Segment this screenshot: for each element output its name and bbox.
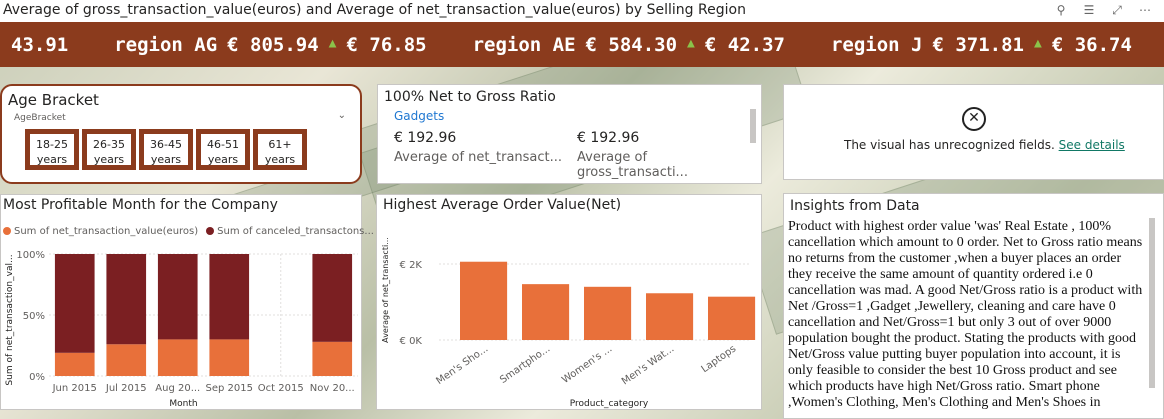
- bar-canceled: [106, 254, 147, 345]
- scrollbar[interactable]: [750, 109, 756, 143]
- x-tick-label: Sep 2015: [206, 383, 253, 394]
- ticker-item: region AG € 805.94 ▲ € 76.85: [114, 34, 426, 56]
- month-chart-panel: Most Profitable Month for the Company Su…: [0, 194, 374, 410]
- y-tick-label: 0%: [29, 372, 45, 383]
- ticker-net: € 36.74: [1051, 34, 1132, 56]
- age-bracket-slicer: Age Bracket AgeBracket ⌄ 18-25 years 26-…: [0, 84, 362, 184]
- bar-net: [54, 352, 95, 376]
- bar: [584, 286, 632, 340]
- bar-canceled: [157, 254, 198, 340]
- insights-title: Insights from Data: [790, 198, 920, 214]
- ticker-gross: € 805.94: [227, 34, 319, 56]
- bar-canceled: [209, 254, 250, 340]
- x-tick-label: Oct 2015: [258, 383, 304, 394]
- up-arrow-icon: ▲: [687, 36, 695, 51]
- ticker-net: € 42.37: [704, 34, 785, 56]
- x-tick-label: Nov 20...: [310, 383, 355, 394]
- ticker-gross: € 371.81: [932, 34, 1024, 56]
- x-axis-title: Month: [169, 399, 197, 409]
- error-message: The visual has unrecognized fields. See …: [844, 138, 1125, 152]
- card-title: 100% Net to Gross Ratio: [384, 89, 556, 105]
- gross-value: € 192.96: [577, 130, 640, 146]
- insights-panel: Insights from Data Product with highest …: [783, 193, 1164, 419]
- error-text: The visual has unrecognized fields.: [844, 138, 1055, 152]
- focus-mode-icon[interactable]: ⤢: [1110, 3, 1124, 17]
- scrollbar[interactable]: [1149, 218, 1155, 388]
- y-tick-label: € 2K: [400, 260, 423, 271]
- ticker-item: 43.91: [11, 34, 68, 56]
- ticker-track: 43.91 region AG € 805.94 ▲ € 76.85 regio…: [11, 34, 1164, 56]
- age-option-26-35[interactable]: 26-35 years: [82, 129, 136, 170]
- ticker-value: 43.91: [11, 34, 69, 56]
- category-tab[interactable]: Gadgets: [394, 109, 444, 123]
- bar: [460, 261, 508, 340]
- y-axis-title: Sum of net_transaction_val...: [5, 254, 15, 385]
- aov-chart-panel: Highest Average Order Value(Net) € 0K € 2…: [376, 194, 762, 410]
- bar: [522, 284, 570, 340]
- slicer-title: Age Bracket: [8, 91, 99, 109]
- gross-label: Average of gross_transacti...: [577, 150, 688, 180]
- bar-canceled: [312, 254, 353, 342]
- age-option-46-51[interactable]: 46-51 years: [196, 129, 250, 170]
- x-tick-label: Men's Wat...: [620, 343, 676, 387]
- x-tick-label: Smartpho...: [498, 343, 552, 386]
- error-visual: ✕ The visual has unrecognized fields. Se…: [783, 84, 1164, 180]
- up-arrow-icon: ▲: [1033, 36, 1042, 51]
- title-bar: Average of gross_transaction_value(euros…: [0, 0, 1164, 22]
- ticker-region: region AE: [472, 34, 576, 56]
- age-option-18-25[interactable]: 18-25 years: [25, 129, 79, 170]
- bar-net: [157, 339, 198, 376]
- y-tick-label: 100%: [16, 250, 45, 261]
- y-tick-label: 50%: [23, 311, 45, 322]
- ticker-item: region J € 371.81 ▲ € 36.74: [831, 34, 1132, 56]
- chevron-down-icon[interactable]: ⌄: [338, 110, 346, 121]
- ticker-gross: € 584.30: [585, 34, 678, 56]
- month-chart-svg: 0% 50% 100%Sum of net_transaction_val... Ju…: [5, 250, 358, 409]
- up-arrow-icon: ▲: [328, 36, 337, 51]
- visual-header-icons: ⚲ ☰ ⤢ ⋯: [1054, 3, 1152, 17]
- error-icon: ✕: [962, 107, 986, 131]
- bar-net: [312, 341, 353, 376]
- y-axis-title: Average of net_transacti...: [381, 237, 390, 343]
- bar-net: [106, 344, 147, 376]
- x-tick-label: Women's ...: [560, 343, 614, 385]
- bar: [646, 293, 694, 340]
- bar-canceled: [54, 254, 95, 353]
- ticker-region: region J: [830, 34, 923, 56]
- ticker-region: region AG: [114, 34, 218, 56]
- age-option-36-45[interactable]: 36-45 years: [139, 129, 193, 170]
- bar-net: [209, 339, 250, 376]
- ticker-net: € 76.85: [346, 34, 427, 56]
- net-label: Average of net_transact...: [394, 150, 563, 165]
- filter-icon[interactable]: ☰: [1082, 3, 1096, 17]
- ticker-item: region AE € 584.30 ▲ € 42.37: [473, 34, 785, 56]
- slicer-options: 18-25 years 26-35 years 36-45 years 46-5…: [25, 129, 307, 170]
- pin-icon[interactable]: ⚲: [1054, 3, 1068, 17]
- see-details-link[interactable]: See details: [1059, 138, 1125, 152]
- x-tick-label: Aug 20...: [155, 383, 200, 394]
- x-tick-label: Jun 2015: [52, 383, 97, 394]
- slicer-field-label: AgeBracket: [14, 113, 66, 123]
- aov-chart-svg: € 0K € 2K Average of net_transacti... Men's…: [381, 237, 756, 409]
- x-axis-title: Product_category: [570, 399, 649, 409]
- net-value: € 192.96: [394, 130, 457, 146]
- x-tick-label: Laptops: [699, 343, 738, 375]
- page-title: Average of gross_transaction_value(euros…: [3, 2, 746, 18]
- x-tick-label: Jul 2015: [105, 383, 147, 394]
- bar: [708, 296, 756, 340]
- x-tick-label: Men's Sho...: [434, 343, 490, 387]
- insights-text: Product with highest order value 'was' R…: [788, 219, 1143, 410]
- net-gross-ratio-card: 100% Net to Gross Ratio Gadgets € 192.96…: [377, 84, 762, 184]
- age-option-61-plus[interactable]: 61+ years: [253, 129, 307, 170]
- more-options-icon[interactable]: ⋯: [1138, 3, 1152, 17]
- y-tick-label: € 0K: [400, 336, 423, 347]
- region-ticker: 43.91 region AG € 805.94 ▲ € 76.85 regio…: [0, 22, 1164, 67]
